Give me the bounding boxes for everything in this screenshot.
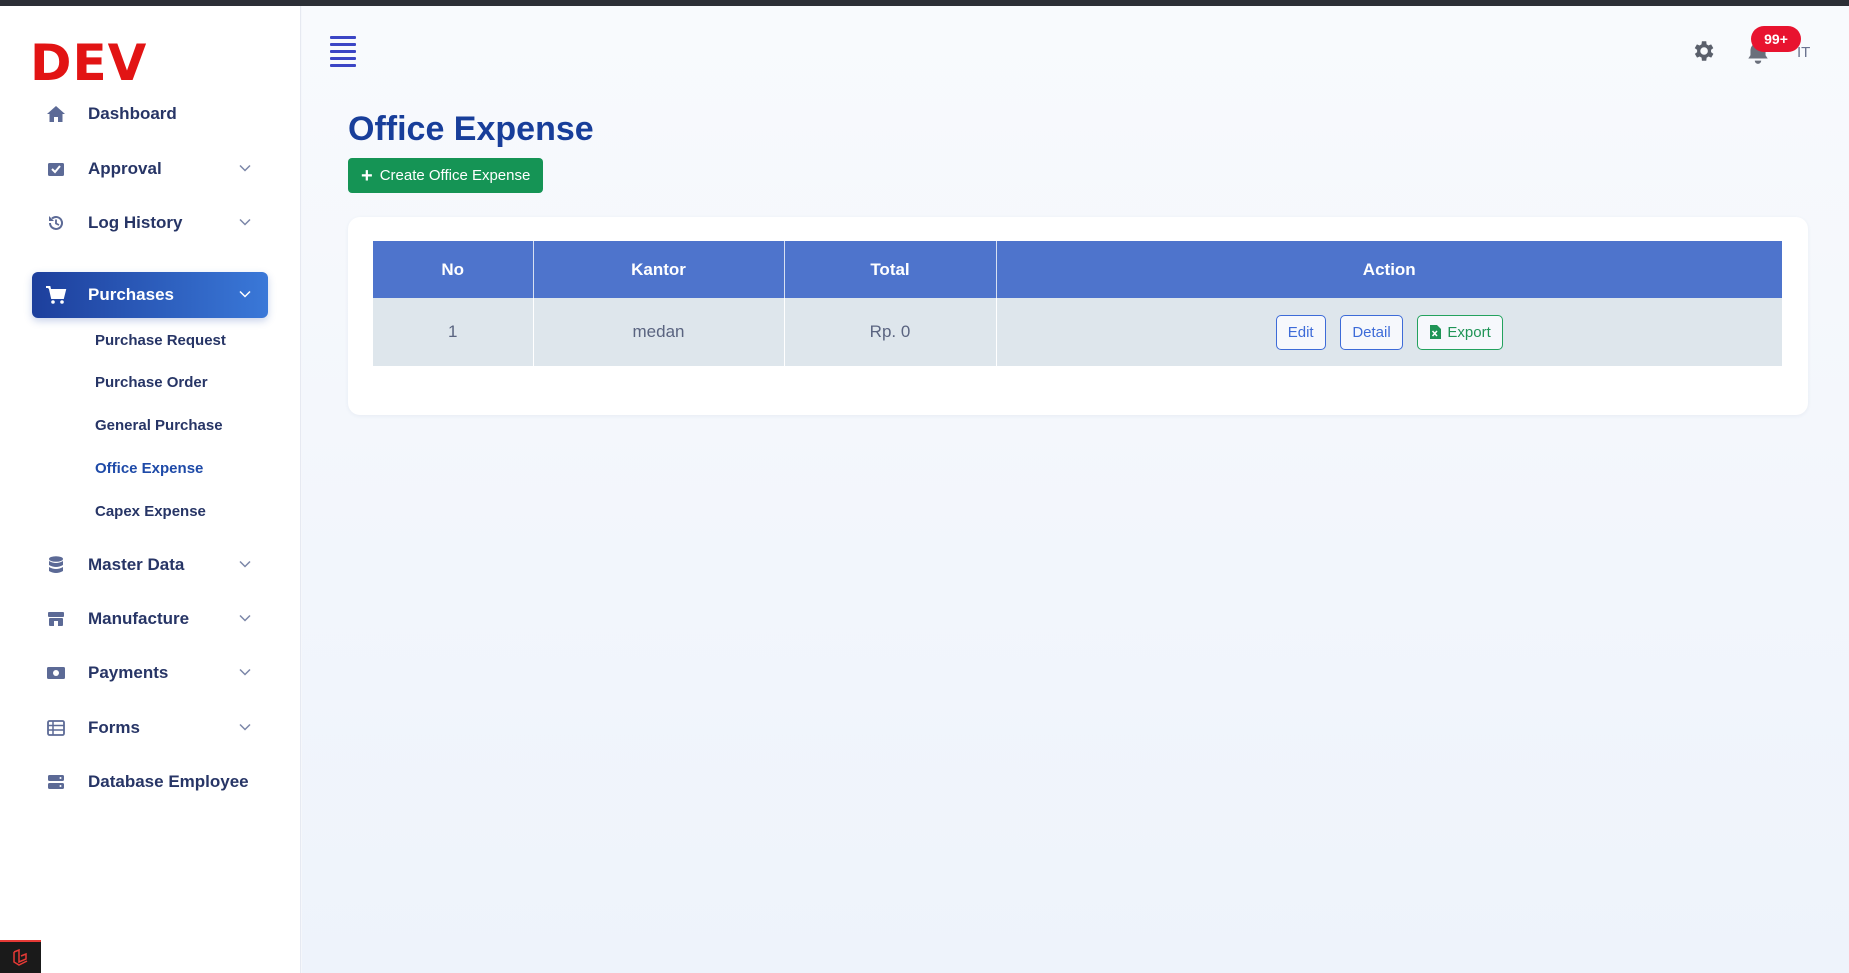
edit-button[interactable]: Edit (1275, 314, 1326, 350)
sidebar-item-label: Approval (88, 159, 162, 178)
sidebar-item-database-employee[interactable]: Database Employee (32, 759, 268, 805)
cell-total: Rp. 0 (784, 298, 997, 366)
sidebar-subitem-general-purchase[interactable]: General Purchase (95, 417, 223, 434)
table-card: No Kantor Total Action 1 medan Rp. 0 Edi… (348, 217, 1808, 415)
create-button-label: Create Office Expense (379, 167, 531, 184)
export-button-label: Export (1447, 323, 1491, 341)
list-icon (44, 716, 68, 740)
sidebar-item-label: Manufacture (88, 609, 190, 628)
history-icon (44, 211, 68, 235)
sidebar-subitem-capex-expense[interactable]: Capex Expense (95, 503, 206, 520)
cart-icon (44, 283, 68, 307)
sidebar-subitem-purchase-order[interactable]: Purchase Order (95, 374, 208, 391)
chevron-down-icon (239, 723, 251, 731)
gear-icon[interactable] (1690, 38, 1716, 64)
column-header-action: Action (996, 241, 1782, 298)
money-icon (44, 661, 68, 685)
edit-button-label: Edit (1287, 323, 1314, 341)
user-avatar[interactable]: IT (1797, 44, 1810, 61)
home-icon (44, 102, 68, 126)
export-button[interactable]: Export (1417, 314, 1503, 350)
table-header-row: No Kantor Total Action (373, 241, 1782, 298)
sidebar-item-dashboard[interactable]: Dashboard (32, 91, 268, 137)
brand-logo[interactable]: DEV (30, 34, 147, 92)
inbox-check-icon (44, 157, 68, 181)
cell-no: 1 (373, 298, 534, 366)
notification-count-badge: 99+ (1751, 26, 1801, 52)
table-row: 1 medan Rp. 0 Edit Detail Export (373, 298, 1782, 366)
chevron-down-icon (239, 218, 251, 226)
database-icon (44, 553, 68, 577)
create-office-expense-button[interactable]: + Create Office Expense (348, 158, 544, 193)
sidebar-item-approval[interactable]: Approval (32, 146, 268, 192)
sidebar-item-purchases[interactable]: Purchases (32, 272, 268, 318)
plus-icon: + (361, 164, 373, 187)
sidebar-item-master-data[interactable]: Master Data (32, 542, 268, 588)
sidebar-item-label: Log History (88, 213, 183, 232)
chevron-down-icon (239, 164, 251, 172)
sidebar-item-payments[interactable]: Payments (32, 650, 268, 696)
main-content: 99+ IT Office Expense + Create Office Ex… (302, 6, 1849, 973)
page-title: Office Expense (348, 110, 594, 148)
cell-actions: Edit Detail Export (996, 298, 1782, 366)
sidebar-item-label: Purchases (88, 285, 174, 304)
sidebar-item-label: Database Employee (88, 772, 249, 791)
office-expense-table: No Kantor Total Action 1 medan Rp. 0 Edi… (373, 241, 1782, 366)
chevron-down-icon (239, 614, 251, 622)
sidebar-item-label: Master Data (88, 555, 185, 574)
hamburger-icon[interactable] (330, 36, 356, 67)
detail-button[interactable]: Detail (1340, 314, 1403, 350)
column-header-total[interactable]: Total (784, 241, 997, 298)
chevron-down-icon (239, 290, 251, 298)
laravel-debug-icon[interactable] (0, 940, 41, 973)
chevron-down-icon (239, 560, 251, 568)
sidebar-item-label: Dashboard (88, 104, 177, 123)
column-header-kantor[interactable]: Kantor (533, 241, 785, 298)
detail-button-label: Detail (1352, 323, 1391, 341)
chevron-down-icon (239, 668, 251, 676)
cell-kantor: medan (533, 298, 785, 366)
server-icon (44, 770, 68, 794)
sidebar: DEV Dashboard Approval Log History Purch… (0, 6, 301, 973)
excel-file-icon (1430, 325, 1442, 339)
sidebar-item-log-history[interactable]: Log History (32, 200, 268, 246)
column-header-no[interactable]: No (373, 241, 534, 298)
sidebar-subitem-office-expense[interactable]: Office Expense (95, 460, 203, 477)
sidebar-item-label: Forms (88, 718, 140, 737)
sidebar-item-forms[interactable]: Forms (32, 705, 268, 751)
sidebar-item-manufacture[interactable]: Manufacture (32, 596, 268, 642)
sidebar-item-label: Payments (88, 663, 169, 682)
store-icon (44, 607, 68, 631)
sidebar-subitem-purchase-request[interactable]: Purchase Request (95, 332, 226, 349)
